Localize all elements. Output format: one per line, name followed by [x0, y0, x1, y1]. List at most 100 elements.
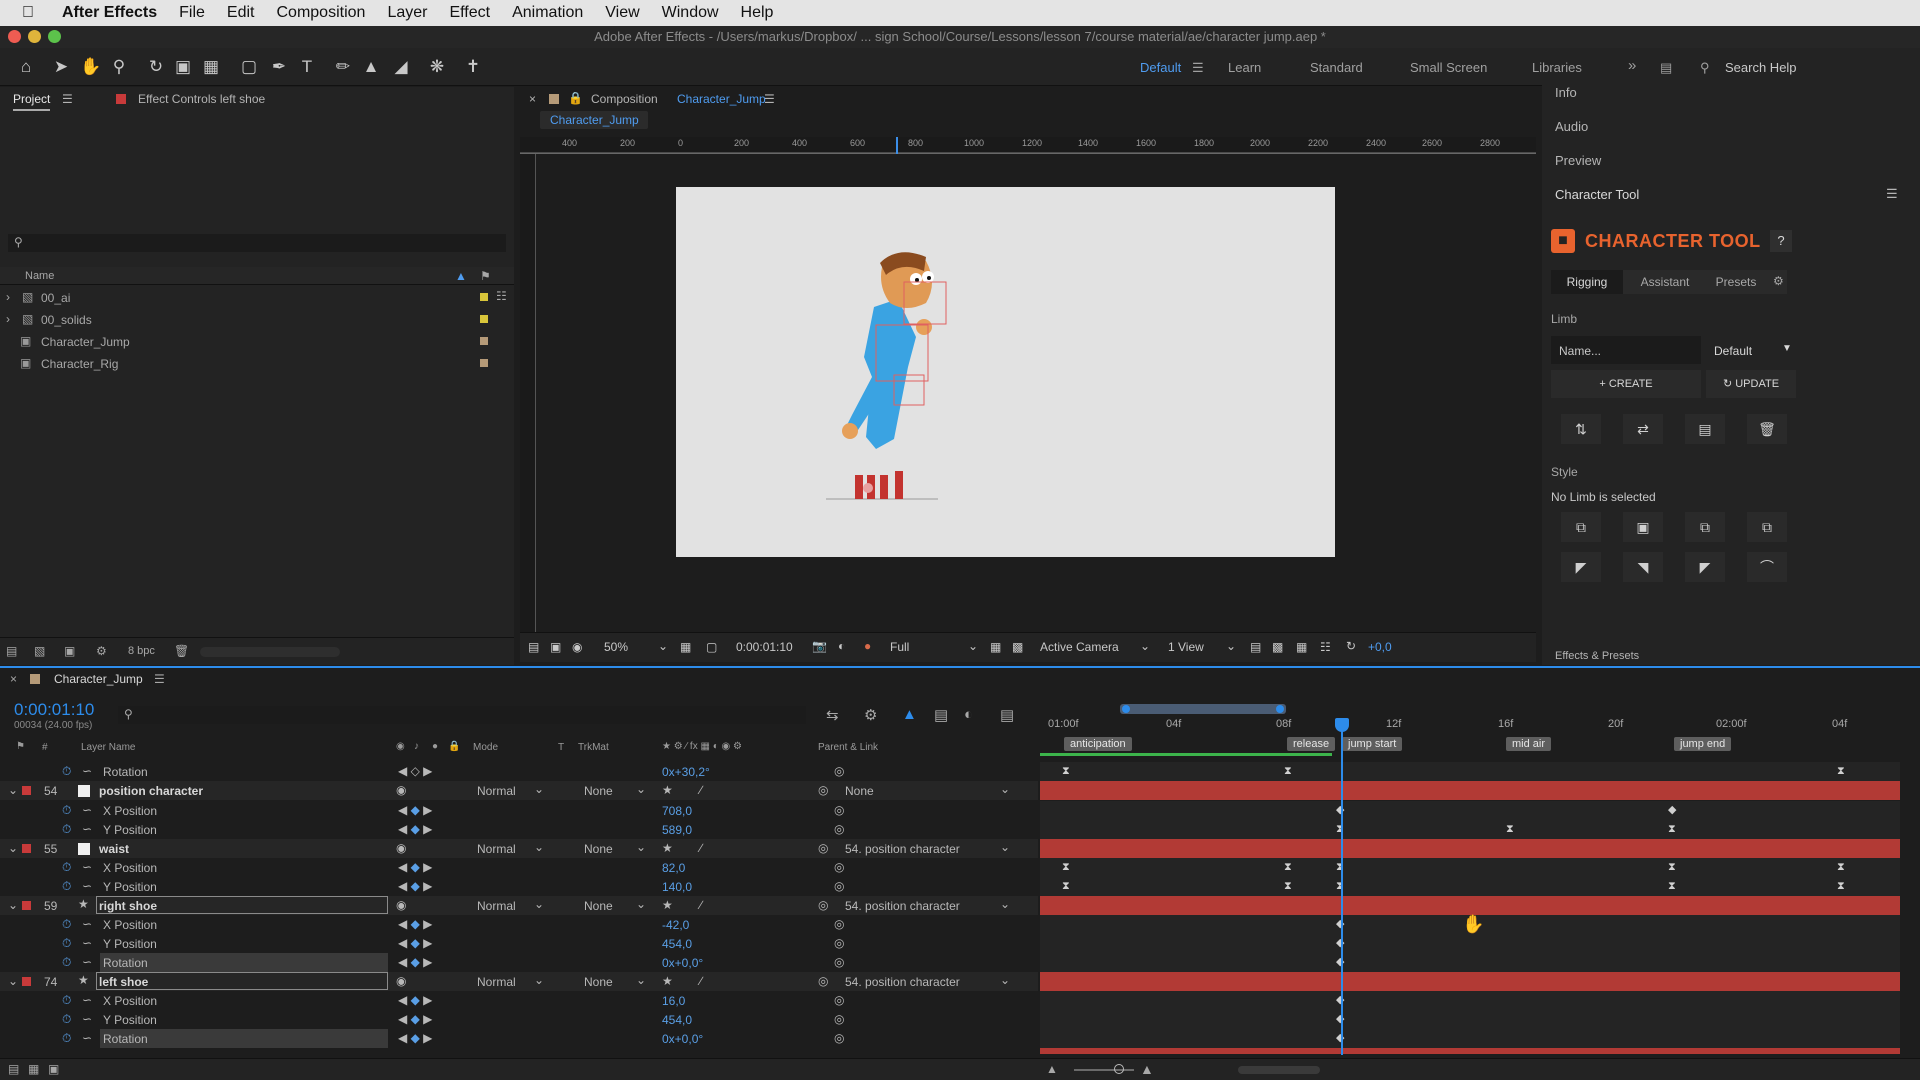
expand-arrow-icon[interactable]: ⌄ [8, 783, 18, 797]
stopwatch-icon[interactable]: ⏱ [62, 993, 71, 1008]
project-scrollbar[interactable] [200, 647, 340, 657]
tab-effect-controls[interactable]: Effect Controls left shoe [138, 92, 265, 106]
home-icon[interactable]: ⌂ [15, 56, 37, 78]
menu-layer[interactable]: Layer [387, 4, 427, 22]
current-time-display[interactable]: 0:00:01:10 [736, 640, 793, 654]
shy-switch-icon[interactable]: ★ [662, 783, 673, 797]
expression-pickwhip-icon[interactable]: ◎ [834, 879, 844, 893]
style-copy-icon[interactable]: ⧉ [1561, 512, 1601, 542]
visibility-eye-icon[interactable]: ◉ [396, 974, 406, 988]
frame-blending-icon[interactable]: ▤ [934, 706, 948, 724]
list-item[interactable]: › ▧ 00_ai ☷ [0, 287, 514, 307]
expression-pickwhip-icon[interactable]: ◎ [834, 822, 844, 836]
playhead-line[interactable] [1341, 730, 1343, 1055]
keyframe-navigator-icon[interactable]: ◀ ◇ ▶ [398, 764, 432, 778]
graph-icon[interactable]: ∽ [82, 917, 92, 931]
solo-column-icon[interactable]: ● [432, 741, 438, 752]
quality-switch-icon[interactable]: ∕ [700, 841, 702, 855]
toggle-pixel-aspect-icon[interactable]: ▤ [1250, 640, 1261, 654]
keyframe-icon[interactable]: ⧗ [1284, 877, 1292, 896]
eraser-tool-icon[interactable]: ◢ [390, 56, 412, 78]
column-mode[interactable]: Mode [473, 742, 498, 753]
column-name[interactable]: Name [25, 270, 54, 282]
horizontal-ruler[interactable]: 400 200 0 200 400 600 800 1000 1200 1400… [520, 137, 1536, 154]
limb-tool-1-icon[interactable]: ⇅ [1561, 414, 1601, 444]
layer-row[interactable]: ⌄ 59 ★ right shoe ◉ Normal ⌄ None ⌄ ★ ∕ … [0, 896, 1038, 915]
expression-pickwhip-icon[interactable]: ◎ [834, 936, 844, 950]
more-workspaces-icon[interactable]: » [1628, 57, 1636, 74]
stopwatch-icon[interactable]: ⏱ [62, 803, 71, 818]
keyframe-icon[interactable]: ⧗ [1284, 858, 1292, 877]
composition-canvas[interactable] [676, 187, 1335, 557]
expand-arrow-icon[interactable]: ⌄ [8, 841, 18, 855]
menu-animation[interactable]: Animation [512, 4, 583, 22]
label-color[interactable] [480, 359, 488, 367]
keyframe-icon[interactable]: ⧗ [1837, 762, 1845, 781]
tab-presets[interactable]: Presets [1701, 270, 1771, 294]
property-row[interactable]: ⏱ ∽ Rotation ◀ ◇ ▶ 0x+30,2° ◎ [0, 762, 1038, 781]
camera-tool-icon[interactable]: ▣ [172, 56, 194, 78]
keyframe-icon[interactable]: ⧗ [1668, 877, 1676, 896]
layer-duration-bar[interactable] [1040, 896, 1900, 915]
chevron-down-icon[interactable]: ⌄ [636, 840, 646, 854]
timeline-lane[interactable]: ⧗ ⧗ ⧗ [1040, 762, 1900, 781]
timeline-tab[interactable]: Character_Jump [54, 672, 143, 686]
track-matte-dropdown[interactable]: None [584, 899, 613, 913]
column-parent[interactable]: Parent & Link [818, 742, 878, 753]
rotate-tool-icon[interactable]: ↻ [145, 56, 167, 78]
timeline-lane[interactable]: ◆ [1040, 934, 1900, 953]
quality-switch-icon[interactable]: ∕ [700, 783, 702, 797]
property-row[interactable]: ⏱ ∽ Y Position ◀ ◆ ▶ 454,0 ◎ [0, 1010, 1038, 1029]
workspace-layout-icon[interactable]: ▤ [1660, 60, 1672, 76]
keyframe-navigator-icon[interactable]: ◀ ◆ ▶ [398, 879, 432, 893]
menu-edit[interactable]: Edit [227, 4, 255, 22]
work-area-end-handle[interactable] [1276, 705, 1284, 713]
expand-arrow-icon[interactable]: › [6, 290, 10, 304]
stopwatch-icon[interactable]: ⏱ [62, 860, 71, 875]
parent-dropdown[interactable]: 54. position character [845, 899, 960, 913]
property-value[interactable]: 0x+30,2° [662, 765, 710, 779]
shy-layers-icon[interactable]: ▲ [902, 706, 917, 723]
close-tab-icon[interactable]: × [10, 672, 17, 686]
stopwatch-icon[interactable]: ⏱ [62, 1012, 71, 1027]
region-of-interest-icon[interactable]: ▦ [990, 640, 1001, 654]
graph-icon[interactable]: ∽ [82, 1012, 92, 1026]
keyframe-icon[interactable]: ⧗ [1062, 858, 1070, 877]
stopwatch-icon[interactable]: ⏱ [62, 1031, 71, 1046]
keyframe-navigator-icon[interactable]: ◀ ◆ ▶ [398, 803, 432, 817]
expand-arrow-icon[interactable]: ⌄ [8, 898, 18, 912]
comp-marker[interactable]: jump end [1674, 737, 1732, 751]
layer-duration-bar[interactable] [1040, 781, 1900, 800]
lock-column-icon[interactable]: 🔒 [448, 741, 460, 752]
type-tool-icon[interactable]: T [296, 56, 318, 78]
workspace-default[interactable]: Default [1140, 60, 1181, 75]
keyframe-icon[interactable]: ⧗ [1062, 877, 1070, 896]
in-out-icon[interactable]: ▣ [48, 1062, 59, 1076]
quality-switch-icon[interactable]: ∕ [700, 974, 702, 988]
close-window-button[interactable] [8, 30, 21, 43]
adjust-icon[interactable]: ⚙ [96, 644, 107, 658]
timeline-lane[interactable]: ◆ [1040, 953, 1900, 972]
menu-composition[interactable]: Composition [277, 4, 366, 22]
limb-style-dropdown[interactable]: Default ▼ [1706, 336, 1796, 364]
timeline-current-time[interactable]: 0:00:01:10 [14, 700, 94, 720]
keyframe-icon[interactable]: ⧗ [1837, 877, 1845, 896]
property-row[interactable]: ⏱ ∽ Rotation ◀ ◆ ▶ 0x+0,0° ◎ [0, 1029, 1038, 1048]
graph-icon[interactable]: ∽ [82, 764, 92, 778]
chevron-down-icon[interactable]: ⌄ [968, 639, 978, 653]
property-value[interactable]: 140,0 [662, 880, 692, 894]
label-column-icon[interactable]: ⚑ [16, 741, 25, 752]
create-button[interactable]: + CREATE [1551, 370, 1701, 398]
audio-panel-header[interactable]: Audio [1555, 119, 1588, 134]
blend-mode-dropdown[interactable]: Normal [477, 975, 516, 989]
property-value[interactable]: 0x+0,0° [662, 1032, 703, 1046]
tab-rigging[interactable]: Rigging [1551, 270, 1623, 294]
resolution-dropdown[interactable]: Full [890, 640, 909, 654]
composition-tab-prefix[interactable]: Composition [591, 92, 658, 106]
keyframe-icon[interactable]: ◆ [1668, 801, 1676, 820]
fast-previews-icon[interactable]: ▩ [1272, 640, 1283, 654]
style-option-4-icon[interactable]: ⌒ [1747, 552, 1787, 582]
stopwatch-icon[interactable]: ⏱ [62, 764, 71, 779]
chevron-down-icon[interactable]: ⌄ [1000, 840, 1010, 854]
layer-duration-bar[interactable] [1040, 1048, 1900, 1054]
